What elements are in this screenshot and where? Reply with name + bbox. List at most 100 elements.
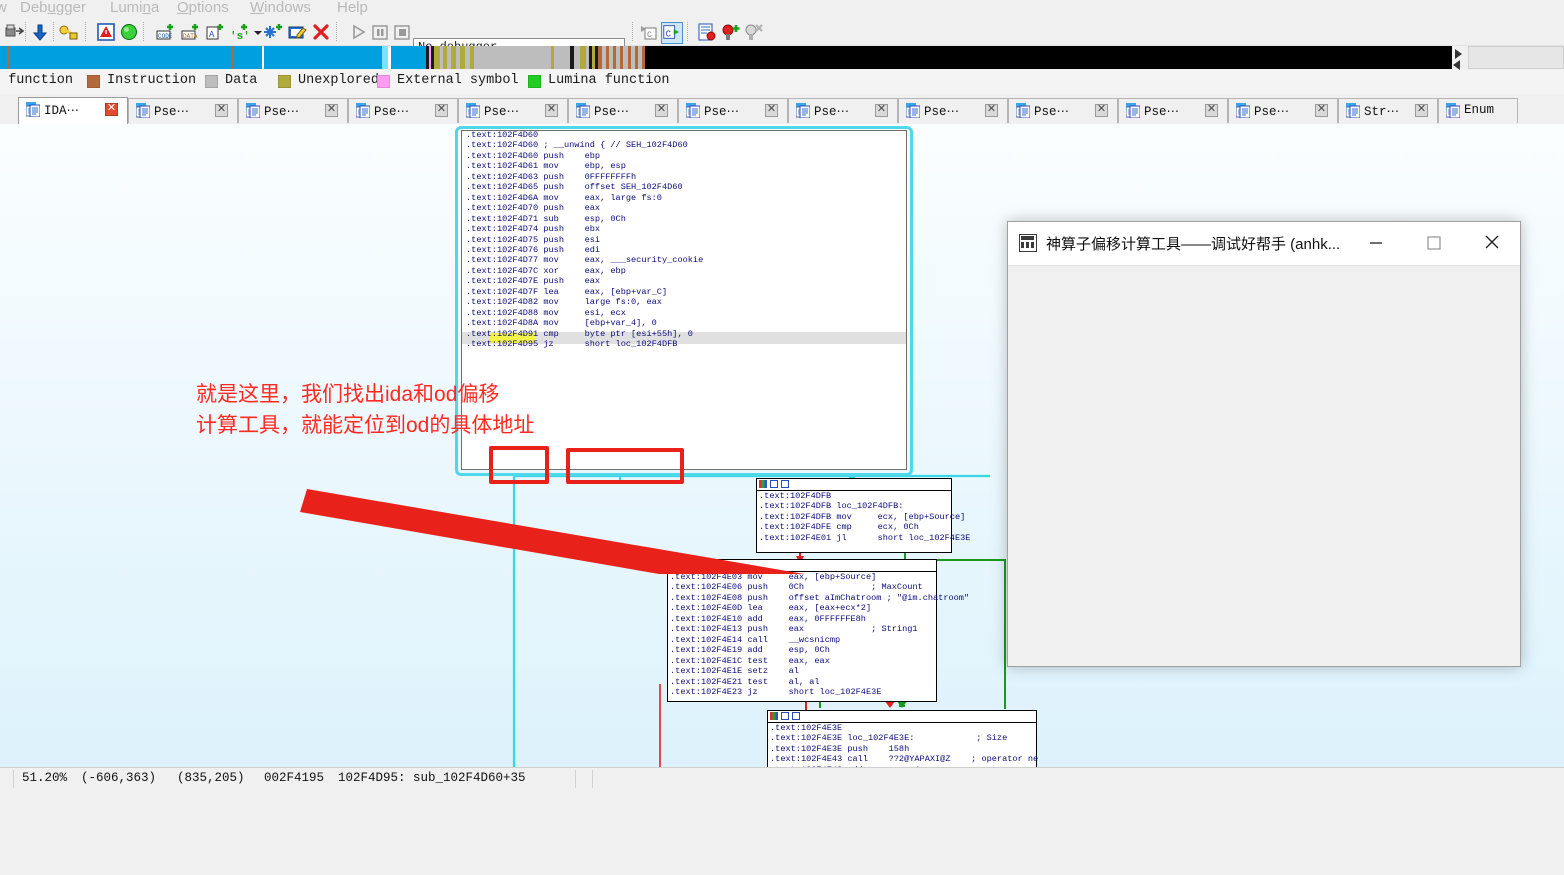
- tab-3[interactable]: Pse⋯ ✕: [348, 98, 458, 123]
- user-annotation-text: 就是这里，我们找出ida和od偏移 计算工具，就能定位到od的具体地址: [196, 383, 535, 437]
- make-ascii-icon[interactable]: A: [205, 22, 225, 42]
- download-arrow-icon[interactable]: [30, 22, 50, 42]
- tab-13[interactable]: Enum: [1438, 98, 1518, 123]
- decompile-all-icon[interactable]: C: [661, 22, 683, 44]
- tab-close-icon[interactable]: ✕: [1315, 103, 1328, 117]
- menu-item-debugger[interactable]: Debugger: [20, 0, 86, 16]
- tab-close-icon[interactable]: ✕: [105, 102, 118, 116]
- stop-icon[interactable]: [392, 22, 412, 42]
- graph-node-b[interactable]: .text:102F4DFB .text:102F4DFB loc_102F4D…: [756, 478, 970, 553]
- tab-6[interactable]: Pse⋯ ✕: [678, 98, 788, 123]
- menu-item-lumina[interactable]: Lumina: [110, 0, 159, 16]
- decompile-icon[interactable]: C: [639, 22, 659, 42]
- svg-text:'s': 's': [230, 31, 249, 42]
- node-text-icon: [692, 561, 700, 569]
- navigator-scrollbar[interactable]: [1468, 46, 1564, 69]
- breakpoint-list-icon[interactable]: [697, 22, 717, 42]
- add-breakpoint-icon[interactable]: [720, 22, 740, 42]
- key-lock-icon[interactable]: [58, 22, 78, 42]
- tab-10[interactable]: Pse⋯ ✕: [1118, 98, 1228, 123]
- tab-7[interactable]: Pse⋯ ✕: [788, 98, 898, 123]
- make-data-icon[interactable]: DATA: [180, 22, 200, 42]
- annotation-rect-target: [566, 448, 684, 484]
- menu-item-windows[interactable]: Windows: [250, 0, 311, 16]
- document-icon: [465, 103, 481, 119]
- graph-node-d-text: .text:102F4E3E .text:102F4E3E loc_102F4E…: [770, 723, 1039, 767]
- tab-label: Str⋯: [1364, 105, 1400, 119]
- warning-triangle-icon[interactable]: [96, 22, 116, 42]
- menu-item-w[interactable]: w: [0, 0, 7, 16]
- pause-icon[interactable]: [370, 22, 390, 42]
- tab-close-icon[interactable]: ✕: [1205, 103, 1218, 117]
- navigator-scroll-arrows[interactable]: [1452, 46, 1468, 70]
- green-circle-icon[interactable]: [119, 22, 139, 42]
- document-icon: [245, 103, 261, 119]
- tab-5[interactable]: Pse⋯ ✕: [568, 98, 678, 123]
- tab-label: IDA⋯: [44, 104, 80, 118]
- tab-close-icon[interactable]: ✕: [985, 103, 998, 117]
- node-color-icon: [759, 480, 767, 488]
- graph-node-d[interactable]: .text:102F4E3E .text:102F4E3E loc_102F4E…: [767, 710, 1039, 767]
- tab-label: Pse⋯: [374, 105, 410, 119]
- tab-close-icon[interactable]: ✕: [875, 103, 888, 117]
- svg-text:C: C: [647, 31, 652, 40]
- tab-4[interactable]: Pse⋯ ✕: [458, 98, 568, 123]
- make-code-icon[interactable]: CODE: [155, 22, 175, 42]
- menu-item-help[interactable]: Help: [337, 0, 368, 16]
- tab-0[interactable]: IDA⋯ ✕: [18, 97, 128, 124]
- delete-breakpoint-icon[interactable]: [743, 22, 763, 42]
- legend-label-0: r function: [0, 73, 74, 88]
- tab-label: Pse⋯: [1254, 105, 1290, 119]
- maximize-button[interactable]: [1411, 222, 1457, 264]
- tab-bar: IDA⋯ ✕ Pse⋯ ✕ Pse⋯ ✕ Pse⋯ ✕ Pse⋯ ✕ Pse⋯ ✕ Pse⋯ ✕ Pse⋯ ✕…: [0, 96, 1564, 125]
- legend-swatch-2: [205, 75, 218, 88]
- make-struct-icon[interactable]: 's': [229, 22, 250, 43]
- make-array-icon[interactable]: [263, 22, 283, 42]
- delete-red-x-icon[interactable]: [311, 22, 331, 42]
- chevron-left-icon[interactable]: [1453, 60, 1460, 70]
- close-button[interactable]: [1470, 222, 1516, 264]
- open-print-icon[interactable]: [4, 22, 25, 42]
- document-icon: [1015, 103, 1031, 119]
- chevron-right-icon[interactable]: [1455, 49, 1462, 59]
- graph-node-b-text: .text:102F4DFB .text:102F4DFB loc_102F4D…: [759, 491, 971, 543]
- status-file-offset: 002F4195: [264, 771, 325, 785]
- tab-2[interactable]: Pse⋯ ✕: [238, 98, 348, 123]
- tab-label: Pse⋯: [594, 105, 630, 119]
- tab-label: Enum: [1464, 103, 1495, 117]
- tab-close-icon[interactable]: ✕: [765, 103, 778, 117]
- edit-function-icon[interactable]: [287, 22, 307, 42]
- menu-item-options[interactable]: Options: [177, 0, 229, 16]
- legend-swatch-1: [87, 75, 100, 88]
- tab-close-icon[interactable]: ✕: [215, 103, 228, 117]
- svg-text:A: A: [209, 30, 215, 40]
- status-coord1: (-606,363): [81, 771, 157, 785]
- tab-8[interactable]: Pse⋯ ✕: [898, 98, 1008, 123]
- tab-close-icon[interactable]: ✕: [435, 103, 448, 117]
- tab-close-icon[interactable]: ✕: [1415, 103, 1428, 117]
- tab-label: Pse⋯: [1034, 105, 1070, 119]
- tab-1[interactable]: Pse⋯ ✕: [128, 98, 238, 123]
- tab-11[interactable]: Pse⋯ ✕: [1228, 98, 1338, 123]
- document-icon: [685, 103, 701, 119]
- tab-close-icon[interactable]: ✕: [655, 103, 668, 117]
- svg-text:CODE: CODE: [158, 33, 173, 40]
- tab-label: Pse⋯: [924, 105, 960, 119]
- tab-12[interactable]: Str⋯ ✕: [1338, 98, 1438, 123]
- tab-9[interactable]: Pse⋯ ✕: [1008, 98, 1118, 123]
- graph-node-c[interactable]: .text:102F4E03 mov eax, [ebp+Source] .te…: [667, 559, 969, 702]
- legend-label-1: Instruction: [107, 73, 197, 88]
- graph-node-d-header: [768, 711, 1036, 723]
- node-text-icon: [792, 712, 800, 720]
- status-zoom: 51.20%: [22, 771, 68, 785]
- offset-calculator-dialog[interactable]: 神算子偏移计算工具——调试好帮手 (anhk... 基址(调试) 基址(IDA)…: [1007, 221, 1521, 667]
- tab-close-icon[interactable]: ✕: [545, 103, 558, 117]
- tab-close-icon[interactable]: ✕: [1095, 103, 1108, 117]
- minimize-button[interactable]: [1353, 222, 1399, 264]
- tab-close-icon[interactable]: ✕: [325, 103, 338, 117]
- legend-label-5: Lumina function: [548, 73, 670, 88]
- run-play-icon[interactable]: [348, 22, 368, 42]
- navigator-band[interactable]: [0, 46, 1452, 69]
- dialog-title-bar[interactable]: 神算子偏移计算工具——调试好帮手 (anhk...: [1008, 222, 1520, 266]
- document-icon: [575, 103, 591, 119]
